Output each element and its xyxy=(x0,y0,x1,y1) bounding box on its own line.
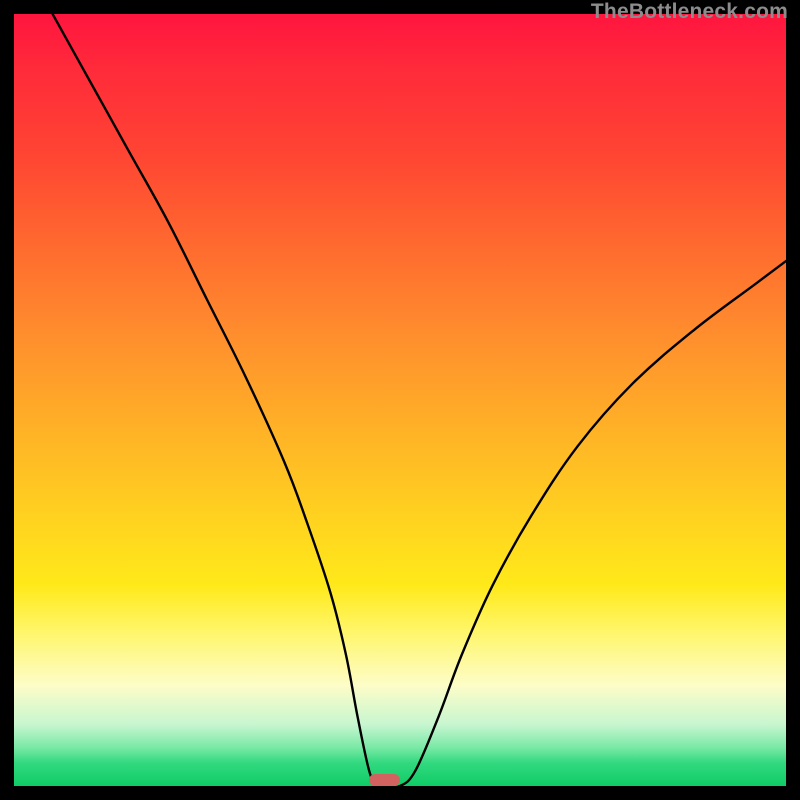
chart-stage: TheBottleneck.com xyxy=(0,0,800,800)
optimal-marker xyxy=(369,774,400,786)
plot-area xyxy=(14,14,786,786)
curve-layer xyxy=(14,14,786,786)
bottleneck-curve xyxy=(53,14,786,786)
watermark-text: TheBottleneck.com xyxy=(591,0,788,24)
